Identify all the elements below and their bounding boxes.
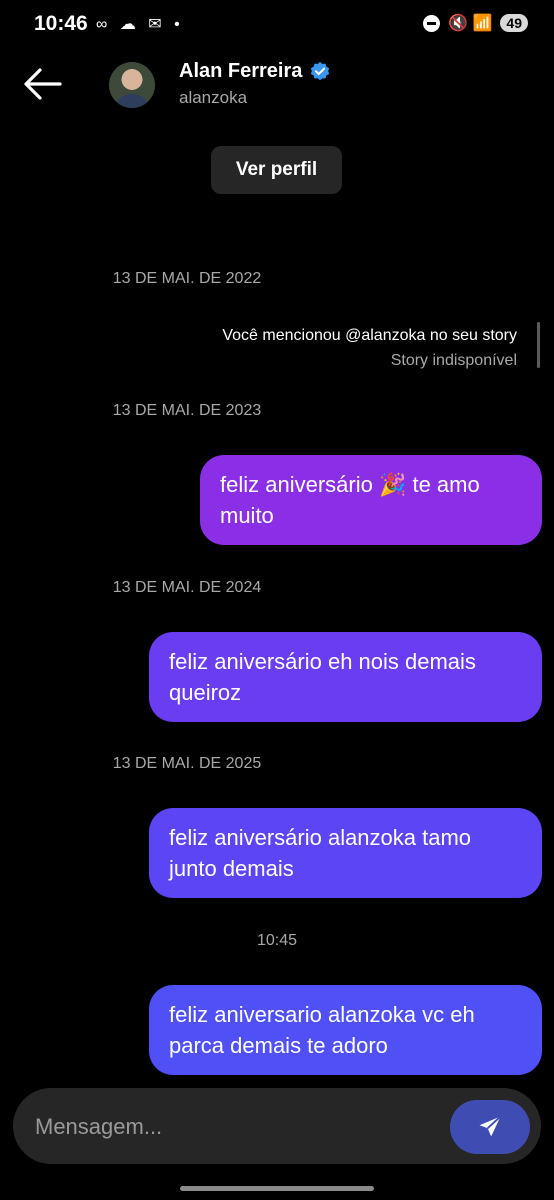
home-indicator	[180, 1186, 374, 1191]
story-reply-bar	[537, 322, 540, 368]
view-profile-button[interactable]: Ver perfil	[211, 146, 342, 194]
paper-plane-icon	[479, 1115, 502, 1137]
chat-header: Alan Ferreira alanzoka	[0, 52, 554, 122]
message-bubble[interactable]: feliz aniversário eh nois demais queiroz	[149, 632, 542, 722]
message-composer	[13, 1088, 541, 1164]
back-button[interactable]	[22, 66, 64, 102]
message-input[interactable]	[33, 1106, 437, 1148]
battery-indicator: 49	[500, 14, 528, 32]
avatar[interactable]	[109, 62, 155, 108]
signal-icons: 🔇 📶	[448, 15, 493, 32]
story-mention[interactable]: Você mencionou @alanzoka no seu story St…	[222, 323, 517, 373]
date-separator: 13 DE MAI. DE 2024	[112, 579, 262, 596]
message-bubble[interactable]: feliz aniversário 🎉 te amo muito	[200, 455, 542, 545]
message-bubble[interactable]: feliz aniversário alanzoka tamo junto de…	[149, 808, 542, 898]
story-status: Story indisponível	[390, 352, 517, 369]
status-bar: 10:46 ∞ ☁ ✉ • 🔇 📶 49	[0, 0, 554, 50]
do-not-disturb-icon	[423, 14, 441, 32]
arrow-left-icon	[24, 68, 62, 100]
contact-name-row[interactable]: Alan Ferreira	[179, 60, 331, 83]
time-separator: 10:45	[256, 932, 298, 949]
verified-badge-icon	[311, 61, 330, 80]
send-button[interactable]	[450, 1100, 530, 1154]
message-bubble[interactable]: feliz aniversario alanzoka vc eh parca d…	[149, 985, 542, 1075]
contact-username: alanzoka	[179, 88, 248, 107]
contact-name: Alan Ferreira	[179, 60, 303, 82]
story-mention-text: Você mencionou @alanzoka no seu story	[222, 327, 517, 344]
clock: 10:46	[34, 12, 88, 35]
system-icons: 🔇 📶 49	[423, 13, 528, 33]
notification-icons: ∞ ☁ ✉ •	[96, 16, 184, 33]
date-separator: 13 DE MAI. DE 2025	[112, 755, 262, 772]
date-separator: 13 DE MAI. DE 2022	[112, 270, 262, 287]
date-separator: 13 DE MAI. DE 2023	[112, 402, 262, 419]
